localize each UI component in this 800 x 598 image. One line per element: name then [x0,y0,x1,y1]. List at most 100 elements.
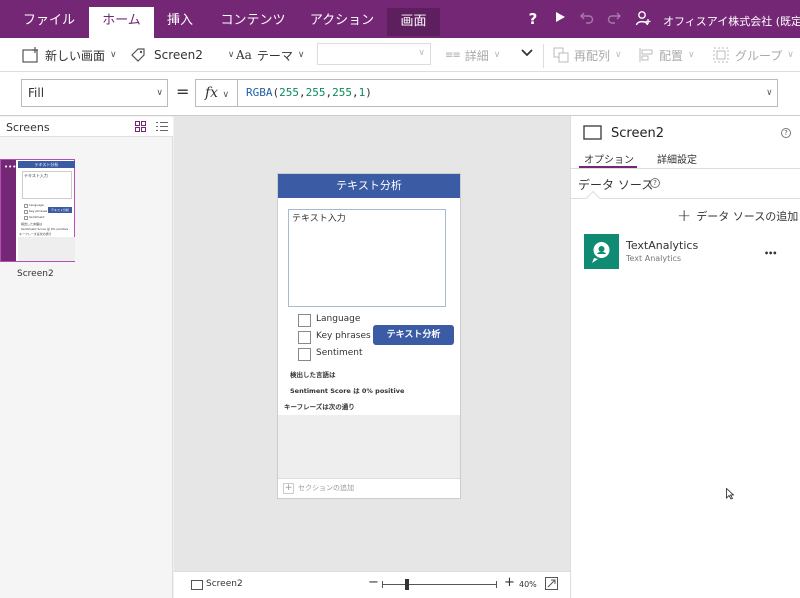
reorder-icon [553,47,569,63]
key-phrases-checkbox[interactable] [298,331,311,344]
formula-comma: , [299,86,306,99]
formula-arg-3: 255 [332,86,352,99]
group-icon [713,47,729,63]
formula-input[interactable]: RGBA(255,255,255,1) ∨ [237,79,778,107]
screen-icon [583,125,602,143]
align-icon [639,48,653,62]
redo-icon[interactable] [605,10,623,28]
add-section-bar[interactable]: + セクションの追加 [278,478,460,498]
add-section-label: セクションの追加 [298,484,354,492]
undo-icon[interactable] [578,10,596,28]
thumbnail-button: テキスト分析 [48,207,72,213]
user-icon[interactable] [634,10,652,28]
equals-sign: = [176,82,190,101]
formula-bar: Fill ∨ = fx ∨ RGBA(255,255,255,1) ∨ [0,72,800,116]
group-button[interactable]: グループ ∨ [712,46,794,64]
grid-view-icon[interactable] [135,121,146,135]
reorder-button[interactable]: 再配列 ∨ [553,46,622,64]
add-data-source-label: データ ソースの追加 [696,210,799,223]
thumbnail-checkbox [24,210,28,214]
key-phrases-checkbox-label: Key phrases [316,331,371,341]
group-label: グループ [735,48,783,63]
thumbnail-text: Sentiment Score は 0% positive [21,227,69,231]
text-analytics-icon [584,234,619,269]
help-icon[interactable]: ? [524,10,542,28]
tab-advanced[interactable]: 詳細設定 [657,151,697,166]
theme-label: テーマ [256,48,293,63]
app-screen[interactable]: テキスト分析 テキスト入力 Language Key phrases Senti… [277,173,461,499]
property-selector-value: Fill [28,86,45,100]
zoom-slider-thumb[interactable] [405,579,409,590]
thumbnail-checkbox [24,204,28,208]
tab-content[interactable]: コンテンツ [214,7,292,38]
help-icon[interactable]: ? [650,178,660,188]
screen-thumbnail[interactable]: ••• テキスト分析 テキスト入力 Language Key phrases S… [0,159,75,262]
chevron-down-icon: ∨ [493,50,501,60]
app-header[interactable]: テキスト分析 [278,174,460,198]
chevron-down-icon: ∨ [227,50,235,60]
details-button[interactable]: ≡≡ 詳細 ∨ [445,46,500,64]
screens-pane-title: Screens [6,121,50,134]
tab-divider [571,168,800,169]
new-screen-button[interactable]: 新しい画面 ∨ [22,46,117,64]
theme-icon: Aa [236,48,252,62]
fit-to-window-icon[interactable] [545,577,558,593]
zoom-out-button[interactable]: − [368,575,379,590]
thumbnail-header: テキスト分析 [18,161,75,168]
list-view-icon[interactable] [156,121,168,135]
more-icon[interactable]: ••• [4,164,16,171]
align-label: 配置 [659,48,684,63]
fx-icon: fx [205,85,219,101]
zoom-slider-tick [496,581,497,588]
organization-name[interactable]: オフィスアイ株式会社 (既定) [663,13,800,29]
chevron-down-icon: ∨ [787,50,794,60]
mouse-cursor-icon [726,487,735,503]
help-icon[interactable]: ? [781,128,791,138]
tab-options[interactable]: オプション [584,151,634,166]
tab-file[interactable]: ファイル [14,7,84,38]
theme-button[interactable]: Aa テーマ ∨ [236,46,304,64]
tab-action[interactable]: アクション [302,7,382,38]
data-source-heading: データ ソース [578,178,654,192]
tab-home[interactable]: ホーム [89,7,154,38]
more-options-icon[interactable]: ••• [764,249,777,258]
chevron-down-icon: ∨ [222,90,230,100]
formula-arg-2: 255 [305,86,326,99]
thumbnail-input: テキスト入力 [22,171,72,199]
fx-button[interactable]: fx ∨ [195,79,238,107]
chevron-down-icon[interactable]: ∨ [767,80,772,106]
chevron-down-icon: ∨ [418,48,425,58]
thumbnail-selection-bar: ••• [1,160,16,261]
tab-insert[interactable]: 挿入 [158,7,202,38]
data-source-name[interactable]: TextAnalytics [626,239,698,252]
detected-language-label: 検出した言語は [290,371,336,379]
property-selector[interactable]: Fill ∨ [21,79,168,107]
thumbnail-label: Screen2 [17,269,54,279]
formula-paren: ) [365,86,372,99]
selected-screen-title: Screen2 [611,126,664,141]
sentiment-checkbox[interactable] [298,348,311,361]
font-dropdown[interactable]: ∨ [317,43,431,65]
add-icon: + [283,483,294,494]
play-icon[interactable] [551,10,569,28]
add-icon: + [677,206,692,226]
chevron-down-icon: ∨ [156,88,163,98]
screens-pane-header: Screens [0,117,173,137]
tab-screen[interactable]: 画面 [387,8,440,36]
expand-ribbon-icon[interactable] [520,46,534,64]
screen-selector[interactable]: Screen2 ∨ [130,46,234,64]
chevron-down-icon: ∨ [688,50,695,60]
add-data-source-button[interactable]: + データ ソースの追加 [677,206,799,226]
align-button[interactable]: 配置 ∨ [638,46,695,64]
thumbnail-checkbox-label: Key phrases [29,209,48,213]
analyze-button[interactable]: テキスト分析 [373,325,454,345]
zoom-in-button[interactable]: + [504,575,515,590]
text-input-box[interactable]: テキスト入力 [288,209,446,307]
screen-icon [191,579,203,593]
current-screen-label[interactable]: Screen2 [206,579,243,589]
gallery-area[interactable] [278,415,460,478]
section-divider [571,198,800,199]
data-source-subtitle: Text Analytics [626,254,682,263]
zoom-slider-track[interactable] [382,579,497,590]
language-checkbox[interactable] [298,314,311,327]
